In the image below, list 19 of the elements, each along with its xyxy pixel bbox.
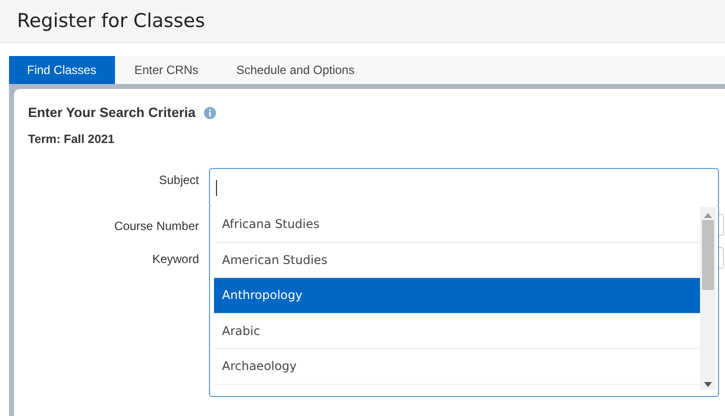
field-label: Subject bbox=[158, 172, 199, 187]
field-label: Course Number bbox=[113, 218, 199, 233]
tab[interactable]: Enter CRNs bbox=[115, 56, 218, 84]
tab[interactable]: Find Classes bbox=[9, 56, 116, 84]
field-label: Keyword bbox=[151, 251, 199, 266]
dropdown-option[interactable]: American Studies bbox=[214, 242, 700, 278]
dropdown-option[interactable]: Arabic bbox=[214, 314, 700, 349]
scroll-down-icon[interactable] bbox=[704, 382, 712, 388]
tab[interactable]: Schedule and Options bbox=[217, 56, 374, 84]
term-label: Term: Fall 2021 bbox=[28, 132, 116, 146]
info-icon[interactable] bbox=[204, 106, 216, 118]
section-heading: Enter Your Search Criteria bbox=[28, 105, 196, 120]
scrollbar[interactable] bbox=[700, 207, 716, 390]
scroll-thumb[interactable] bbox=[702, 220, 714, 290]
page-title: Register for Classes bbox=[17, 10, 206, 32]
scroll-up-icon[interactable] bbox=[704, 212, 712, 218]
text-cursor bbox=[216, 180, 217, 196]
subject-field[interactable] bbox=[209, 168, 719, 207]
dropdown-option[interactable]: Anthropology bbox=[214, 278, 700, 314]
